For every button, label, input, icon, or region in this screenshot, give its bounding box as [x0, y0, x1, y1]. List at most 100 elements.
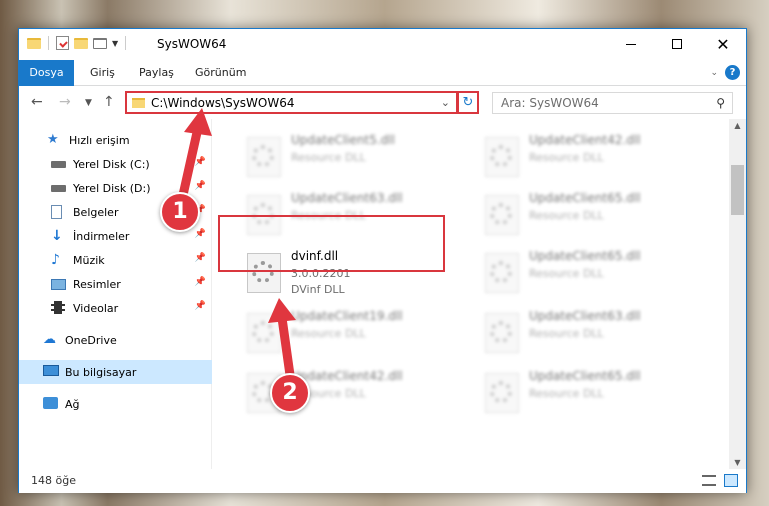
back-button[interactable]: ←: [31, 94, 43, 110]
nav-item-label: Bu bilgisayar: [65, 365, 137, 379]
gear-icon: [252, 145, 274, 167]
nav-item-label: Resimler: [73, 277, 121, 291]
toolbar-separator: [125, 36, 127, 50]
recent-locations-icon[interactable]: ▼: [85, 98, 92, 108]
music-icon: ♪: [51, 252, 60, 268]
minimize-button[interactable]: [608, 29, 654, 60]
close-button[interactable]: ✕: [700, 29, 746, 60]
star-icon: ★: [47, 132, 59, 147]
file-list: UpdateClient5.dll Resource DLL UpdateCli…: [214, 119, 729, 469]
scroll-down-icon[interactable]: ▼: [729, 458, 746, 467]
minimize-icon: [626, 43, 636, 45]
scroll-up-icon[interactable]: ▲: [729, 121, 746, 130]
refresh-icon: ↻: [462, 95, 474, 110]
annotation-badge-1: 1: [160, 192, 200, 232]
file-tile[interactable]: UpdateClient63.dll Resource DLL: [477, 305, 702, 363]
up-button[interactable]: ↑: [103, 94, 115, 110]
nav-item-label: Hızlı erişim: [69, 133, 130, 147]
nav-item-this-pc[interactable]: Bu bilgisayar: [19, 360, 212, 384]
nav-item-pictures[interactable]: Resimler 📌: [19, 273, 212, 295]
file-name: UpdateClient42.dll: [529, 133, 641, 147]
toolbar-separator: [48, 36, 49, 50]
ribbon-expand-icon[interactable]: ⌄: [710, 68, 718, 78]
pin-icon[interactable]: 📌: [195, 277, 206, 287]
nav-item-label: Yerel Disk (C:): [73, 157, 150, 171]
status-bar: 148 öğe: [19, 469, 746, 493]
item-count: 148 öğe: [31, 474, 76, 487]
address-row: ← → ▼ ↑ C:\Windows\SysWOW64 ⌄ ↻ Ara: Sys…: [19, 86, 746, 119]
pin-icon[interactable]: 📌: [195, 157, 206, 167]
nav-item-music[interactable]: ♪ Müzik 📌: [19, 249, 212, 271]
file-description: DVinf DLL: [291, 283, 345, 296]
scrollbar-thumb[interactable]: [731, 165, 744, 215]
nav-item-quick-access[interactable]: ★ Hızlı erişim: [19, 129, 212, 151]
file-description: Resource DLL: [529, 387, 604, 400]
search-input[interactable]: Ara: SysWOW64 ⚲: [492, 92, 733, 114]
file-name: UpdateClient65.dll: [529, 369, 641, 383]
navigation-pane: ★ Hızlı erişim Yerel Disk (C:) 📌 Yerel D…: [19, 119, 212, 469]
chevron-down-icon[interactable]: ⌄: [441, 96, 450, 109]
disk-icon: [51, 185, 66, 192]
window-title: SysWOW64: [157, 37, 227, 51]
tiles-view-icon[interactable]: [724, 474, 738, 487]
search-icon[interactable]: ⚲: [716, 96, 725, 110]
documents-icon: [51, 205, 62, 219]
view-options-icon[interactable]: [93, 37, 107, 49]
file-tile[interactable]: UpdateClient19.dll Resource DLL: [239, 305, 464, 363]
downloads-icon: ↓: [51, 228, 63, 244]
onedrive-icon: ☁: [43, 332, 56, 347]
gear-icon: [490, 261, 512, 283]
tab-view[interactable]: Görünüm: [195, 60, 246, 86]
file-tile[interactable]: UpdateClient42.dll Resource DLL: [477, 129, 702, 187]
refresh-button[interactable]: ↻: [457, 91, 479, 114]
file-name: UpdateClient65.dll: [529, 249, 641, 263]
videos-icon: [51, 301, 65, 314]
tab-share[interactable]: Paylaş: [139, 60, 174, 86]
file-description: Resource DLL: [529, 151, 604, 164]
file-name: UpdateClient5.dll: [291, 133, 395, 147]
pin-icon[interactable]: 📌: [195, 229, 206, 239]
nav-item-network[interactable]: Ağ: [19, 393, 212, 415]
nav-item-label: Müzik: [73, 253, 105, 267]
maximize-button[interactable]: [654, 29, 700, 60]
pin-icon[interactable]: 📌: [195, 181, 206, 191]
title-bar: ▼ SysWOW64 ✕: [19, 29, 746, 60]
address-bar[interactable]: C:\Windows\SysWOW64 ⌄: [125, 91, 458, 114]
nav-item-label: Ağ: [65, 397, 80, 411]
dvinf-highlight-box: [218, 215, 445, 272]
file-tile[interactable]: UpdateClient65.dll Resource DLL: [477, 365, 702, 423]
forward-button[interactable]: →: [59, 94, 71, 110]
tab-home[interactable]: Giriş: [90, 60, 115, 86]
pin-icon[interactable]: 📌: [195, 301, 206, 311]
file-tile[interactable]: UpdateClient5.dll Resource DLL: [239, 129, 464, 187]
close-icon: ✕: [716, 35, 730, 54]
file-name: UpdateClient63.dll: [291, 191, 403, 205]
file-tile[interactable]: UpdateClient65.dll Resource DLL: [477, 187, 702, 245]
tab-file[interactable]: Dosya: [19, 60, 74, 86]
file-name: UpdateClient63.dll: [529, 309, 641, 323]
file-description: Resource DLL: [291, 151, 366, 164]
vertical-scrollbar[interactable]: ▲ ▼: [729, 119, 746, 469]
new-folder-icon[interactable]: [74, 37, 88, 49]
help-icon[interactable]: ?: [725, 65, 740, 80]
file-description: Resource DLL: [529, 209, 604, 222]
file-description: Resource DLL: [291, 327, 366, 340]
nav-item-label: Yerel Disk (D:): [73, 181, 151, 195]
nav-item-onedrive[interactable]: ☁ OneDrive: [19, 329, 212, 351]
nav-item-local-disk-c[interactable]: Yerel Disk (C:) 📌: [19, 153, 212, 175]
file-description: Resource DLL: [529, 267, 604, 280]
properties-icon[interactable]: [56, 36, 69, 50]
gear-icon: [490, 203, 512, 225]
address-path[interactable]: C:\Windows\SysWOW64: [151, 96, 295, 110]
file-name: UpdateClient65.dll: [529, 191, 641, 205]
gear-icon: [490, 321, 512, 343]
file-tile[interactable]: UpdateClient65.dll Resource DLL: [477, 245, 702, 303]
pin-icon[interactable]: 📌: [195, 253, 206, 263]
annotation-badge-2: 2: [270, 373, 310, 413]
file-name: UpdateClient42.dll: [291, 369, 403, 383]
chevron-down-icon[interactable]: ▼: [112, 39, 118, 48]
maximize-icon: [672, 39, 682, 49]
details-view-icon[interactable]: [702, 475, 716, 486]
gear-icon: [490, 145, 512, 167]
nav-item-videos[interactable]: Videolar 📌: [19, 297, 212, 319]
